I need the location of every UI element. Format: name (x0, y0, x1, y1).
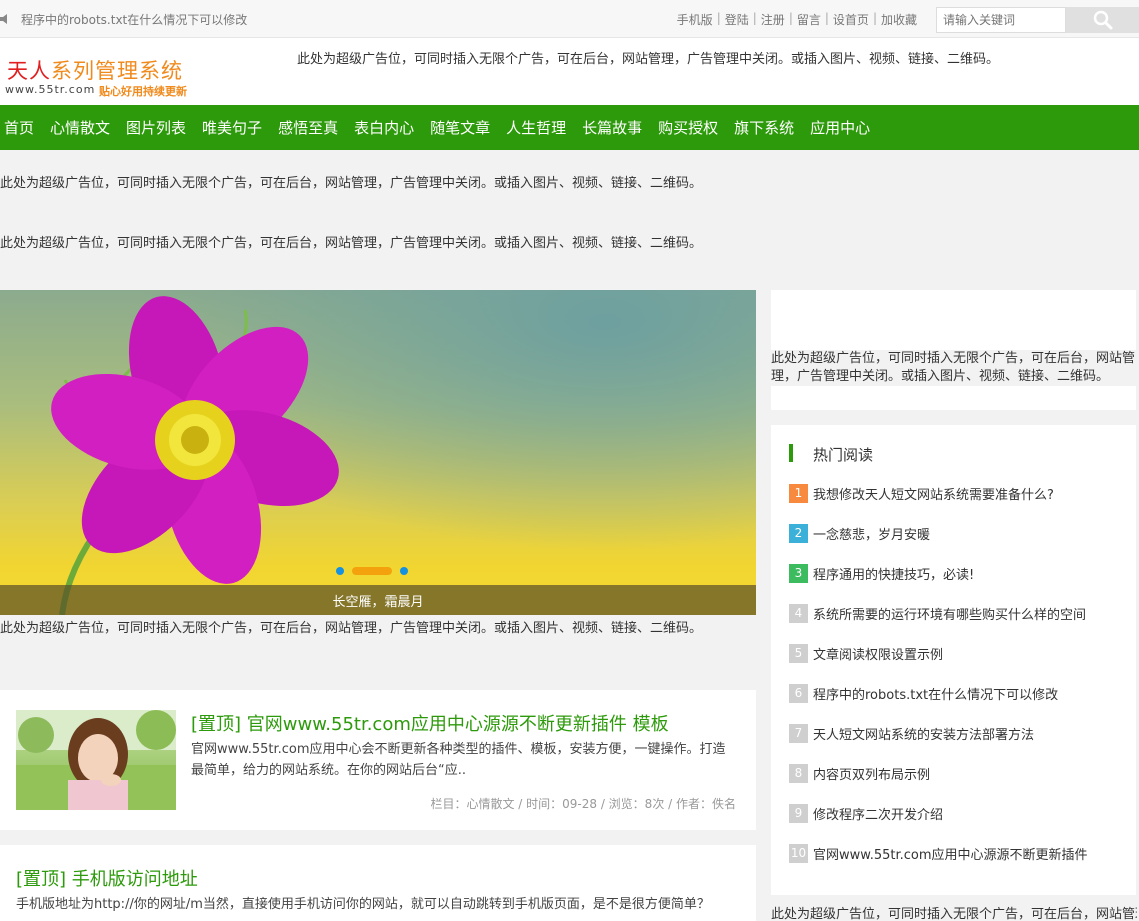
nav-home[interactable]: 首页 (4, 117, 34, 138)
nav-image-list[interactable]: 图片列表 (126, 117, 186, 138)
add-favorite-link[interactable]: 加收藏 (881, 11, 917, 28)
hot-rank: 8 (789, 763, 808, 783)
hot-item-text[interactable]: 天人短文网站系统的安装方法部署方法 (813, 724, 1034, 743)
hot-item[interactable]: 3 程序通用的快捷技巧，必读! (789, 563, 974, 583)
logo-url: www.55tr.com (5, 83, 96, 96)
hot-item-text[interactable]: 修改程序二次开发介绍 (813, 804, 943, 823)
nav-long-stories[interactable]: 长篇故事 (582, 117, 642, 138)
top-links: 手机版 | 登陆 | 注册 | 留言 | 设首页 | 加收藏 (676, 11, 917, 28)
hot-rank: 3 (789, 563, 808, 583)
hot-item-text[interactable]: 文章阅读权限设置示例 (813, 644, 943, 663)
logo-part2: 系列管理系统 (51, 59, 183, 83)
hot-item[interactable]: 1 我想修改天人短文网站系统需要准备什么? (789, 483, 1054, 503)
site-header: 天人系列管理系统 www.55tr.com 贴心好用持续更新 此处为超级广告位，… (0, 38, 1139, 105)
nav-systems[interactable]: 旗下系统 (734, 117, 794, 138)
hot-rank: 1 (789, 483, 808, 503)
hot-title: 热门阅读 (813, 446, 874, 464)
hot-item[interactable]: 10 官网www.55tr.com应用中心源源不断更新插件 (789, 843, 1088, 863)
hot-item[interactable]: 8 内容页双列布局示例 (789, 763, 930, 783)
article-item-1: [置顶] 官网www.55tr.com应用中心源源不断更新插件 模板 官网www… (0, 690, 756, 830)
nav-essays[interactable]: 随笔文章 (430, 117, 490, 138)
hot-rank: 10 (789, 843, 808, 863)
hot-rank: 2 (789, 523, 808, 543)
set-homepage-link[interactable]: 设首页 (833, 11, 869, 28)
nav-buy-license[interactable]: 购买授权 (658, 117, 718, 138)
nav-beautiful-sentences[interactable]: 唯美句子 (202, 117, 262, 138)
mobile-link[interactable]: 手机版 (677, 11, 713, 28)
logo-part1: 天人 (7, 59, 51, 83)
hot-item-text[interactable]: 程序中的robots.txt在什么情况下可以修改 (813, 684, 1058, 703)
search-input[interactable] (936, 7, 1066, 33)
hot-rank: 5 (789, 643, 808, 663)
hot-rank: 7 (789, 723, 808, 743)
article-thumbnail[interactable] (16, 710, 176, 810)
nav-insights[interactable]: 感悟至真 (278, 117, 338, 138)
notice-text[interactable]: 程序中的robots.txt在什么情况下可以修改 (21, 11, 247, 28)
top-bar: 程序中的robots.txt在什么情况下可以修改 手机版 | 登陆 | 注册 | 留言… (0, 0, 1139, 38)
slider-dot-2-active[interactable] (352, 567, 392, 575)
ad-banner-1[interactable]: 此处为超级广告位，可同时插入无限个广告，可在后台，网站管理，广告管理中关闭。或插… (0, 172, 702, 191)
article-item-2: [置顶] 手机版访问地址 手机版地址为http://你的网址/m当然，直接使用手… (0, 845, 756, 921)
article-desc: 官网www.55tr.com应用中心会不断更新各种类型的插件、模板，安装方便，一… (191, 742, 726, 778)
hot-reading-panel: 热门阅读 1 我想修改天人短文网站系统需要准备什么? 2 一念慈悲，岁月安暖 3… (771, 425, 1136, 895)
hot-item-text[interactable]: 官网www.55tr.com应用中心源源不断更新插件 (813, 844, 1088, 863)
search-icon (1093, 10, 1112, 30)
speaker-icon (0, 14, 7, 24)
sidebar-ad-bottom[interactable]: 此处为超级广告位，可同时插入无限个广告，可在后台，网站管理，广告管理中关闭。 (771, 903, 1137, 921)
hot-item-text[interactable]: 系统所需要的运行环境有哪些购买什么样的空间 (813, 604, 1086, 623)
girl-photo (16, 710, 176, 810)
article-desc: 手机版地址为http://你的网址/m当然，直接使用手机访问你的网站，就可以自动… (16, 897, 710, 912)
slider-caption-text: 长空雁，霜晨月 (332, 594, 424, 610)
logo-tagline: 贴心好用持续更新 (99, 85, 187, 98)
article-title[interactable]: [置顶] 手机版访问地址 (16, 865, 198, 891)
hot-item[interactable]: 4 系统所需要的运行环境有哪些购买什么样的空间 (789, 603, 1086, 623)
hot-item-text[interactable]: 一念慈悲，岁月安暖 (813, 524, 930, 543)
login-link[interactable]: 登陆 (725, 11, 749, 28)
hot-item[interactable]: 6 程序中的robots.txt在什么情况下可以修改 (789, 683, 1058, 703)
hot-title-marker (789, 444, 793, 462)
slider-caption: 长空雁，霜晨月 (0, 585, 756, 615)
hot-item[interactable]: 9 修改程序二次开发介绍 (789, 803, 943, 823)
slider-dot-3[interactable] (400, 567, 408, 575)
main-nav: 首页 心情散文 图片列表 唯美句子 感悟至真 表白内心 随笔文章 人生哲理 长篇… (0, 105, 1139, 150)
hot-item[interactable]: 7 天人短文网站系统的安装方法部署方法 (789, 723, 1034, 743)
article-title[interactable]: [置顶] 官网www.55tr.com应用中心源源不断更新插件 模板 (191, 710, 669, 736)
header-ad[interactable]: 此处为超级广告位，可同时插入无限个广告，可在后台，网站管理，广告管理中关闭。或插… (297, 48, 999, 67)
hot-rank: 9 (789, 803, 808, 823)
slider-dot-1[interactable] (336, 567, 344, 575)
image-slider[interactable]: 长空雁，霜晨月 (0, 290, 756, 615)
logo[interactable]: 天人系列管理系统 (7, 55, 183, 85)
hot-item-text[interactable]: 程序通用的快捷技巧，必读! (813, 564, 974, 583)
register-link[interactable]: 注册 (761, 11, 785, 28)
search-button[interactable] (1066, 7, 1139, 33)
hot-item-text[interactable]: 内容页双列布局示例 (813, 764, 930, 783)
ad-banner-3[interactable]: 此处为超级广告位，可同时插入无限个广告，可在后台，网站管理，广告管理中关闭。或插… (0, 617, 702, 636)
message-link[interactable]: 留言 (797, 11, 821, 28)
ad-banner-2[interactable]: 此处为超级广告位，可同时插入无限个广告，可在后台，网站管理，广告管理中关闭。或插… (0, 232, 702, 251)
nav-app-center[interactable]: 应用中心 (810, 117, 870, 138)
hot-item[interactable]: 5 文章阅读权限设置示例 (789, 643, 943, 663)
sidebar-ad[interactable]: 此处为超级广告位，可同时插入无限个广告，可在后台，网站管理，广告管理中关闭。或插… (771, 350, 1137, 386)
nav-confession[interactable]: 表白内心 (354, 117, 414, 138)
nav-philosophy[interactable]: 人生哲理 (506, 117, 566, 138)
hot-item-text[interactable]: 我想修改天人短文网站系统需要准备什么? (813, 484, 1054, 503)
hot-rank: 4 (789, 603, 808, 623)
article-meta: 栏目：心情散文 / 时间：09-28 / 浏览：8次 / 作者：佚名 (430, 797, 736, 811)
hot-rank: 6 (789, 683, 808, 703)
nav-mood-essay[interactable]: 心情散文 (50, 117, 110, 138)
hot-item[interactable]: 2 一念慈悲，岁月安暖 (789, 523, 930, 543)
